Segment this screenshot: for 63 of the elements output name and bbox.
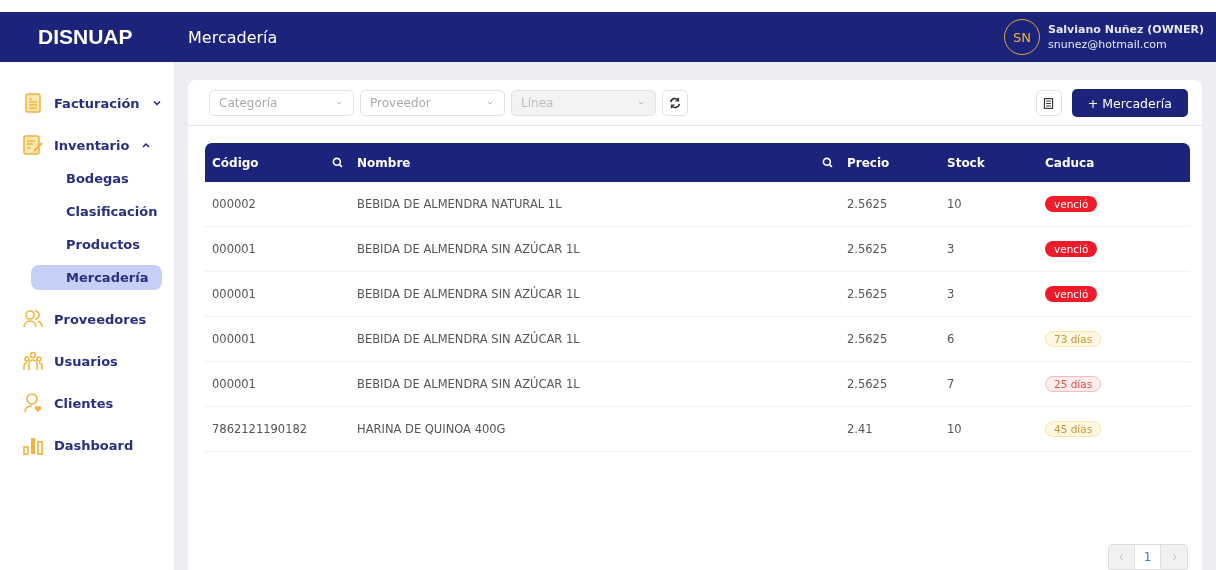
table-cell: 000002 bbox=[212, 197, 256, 211]
table-cell: 7862121190182 bbox=[212, 422, 308, 436]
table-cell: 000001 bbox=[212, 332, 256, 346]
user-name: Salviano Nuñez (OWNER) bbox=[1048, 23, 1204, 36]
table-cell: 10 bbox=[947, 197, 962, 211]
table-cell: BEBIDA DE ALMENDRA SIN AZÚCAR 1L bbox=[357, 332, 580, 346]
table-cell: 7 bbox=[947, 377, 955, 391]
column-header: Caduca bbox=[1045, 155, 1095, 170]
logo[interactable]: DISNUAP bbox=[0, 25, 174, 49]
column-header: Precio bbox=[847, 155, 890, 170]
table-cell: 2.41 bbox=[847, 422, 873, 436]
column-header: Código bbox=[212, 155, 259, 170]
document-icon bbox=[1042, 96, 1056, 110]
table-cell: 000001 bbox=[212, 287, 256, 301]
expiry-badge: venció bbox=[1045, 196, 1098, 212]
table-cell: 3 bbox=[947, 242, 955, 256]
refresh-button[interactable] bbox=[662, 90, 688, 116]
table-cell: BEBIDA DE ALMENDRA NATURAL 1L bbox=[357, 197, 562, 211]
table-cell: BEBIDA DE ALMENDRA SIN AZÚCAR 1L bbox=[357, 242, 580, 256]
nav-item[interactable]: Facturación bbox=[0, 82, 174, 124]
chevron-down-icon bbox=[151, 98, 162, 108]
table-cell: BEBIDA DE ALMENDRA SIN AZÚCAR 1L bbox=[357, 377, 580, 391]
table-cell: 2.5625 bbox=[847, 377, 888, 391]
clipboard-edit-icon bbox=[22, 134, 44, 156]
page-title: Mercadería bbox=[187, 27, 279, 47]
nav-item[interactable]: Proveedores bbox=[0, 298, 174, 340]
submenu-item[interactable]: Bodegas bbox=[31, 166, 162, 191]
nav-item[interactable]: Usuarios bbox=[0, 340, 174, 382]
refresh-icon bbox=[668, 96, 682, 110]
expiry-badge: 73 días bbox=[1045, 331, 1102, 347]
column-header: Stock bbox=[947, 155, 985, 170]
table-cell: 2.5625 bbox=[847, 242, 888, 256]
table-cell: BEBIDA DE ALMENDRA SIN AZÚCAR 1L bbox=[357, 287, 580, 301]
table-cell: 2.5625 bbox=[847, 332, 888, 346]
table-cell: 10 bbox=[947, 422, 962, 436]
submenu-item[interactable]: Productos bbox=[31, 232, 162, 257]
table-cell: 2.5625 bbox=[847, 197, 888, 211]
column-header: Nombre bbox=[357, 155, 411, 170]
search-icon[interactable] bbox=[822, 157, 833, 168]
invoice-icon bbox=[22, 92, 44, 114]
user-heart-icon bbox=[22, 392, 44, 414]
table-cell: 6 bbox=[947, 332, 955, 346]
expiry-badge: 25 días bbox=[1045, 376, 1102, 392]
chevron-up-icon bbox=[141, 140, 152, 150]
table-cell: 000001 bbox=[212, 377, 256, 391]
expiry-badge: venció bbox=[1045, 241, 1098, 257]
table-cell: 3 bbox=[947, 287, 955, 301]
search-icon[interactable] bbox=[332, 157, 343, 168]
nav-item[interactable]: Inventario bbox=[0, 124, 174, 166]
nav-item[interactable]: Clientes bbox=[0, 382, 174, 424]
add-merchandise-button[interactable]: + Mercadería bbox=[1071, 89, 1188, 117]
group-icon bbox=[22, 350, 44, 372]
table-cell: 000001 bbox=[212, 242, 256, 256]
expiry-badge: 45 días bbox=[1045, 421, 1102, 437]
document-button[interactable] bbox=[1035, 90, 1062, 116]
table-cell: 2.5625 bbox=[847, 287, 888, 301]
nav-item[interactable]: Dashboard bbox=[0, 424, 174, 466]
expiry-badge: venció bbox=[1045, 286, 1098, 302]
table-cell: HARINA DE QUINOA 400G bbox=[357, 422, 506, 436]
users-icon bbox=[22, 308, 44, 330]
submenu-item[interactable]: Mercadería bbox=[31, 265, 162, 290]
submenu-item[interactable]: Clasificación bbox=[31, 199, 162, 224]
user-email: snunez@hotmail.com bbox=[1048, 38, 1168, 51]
